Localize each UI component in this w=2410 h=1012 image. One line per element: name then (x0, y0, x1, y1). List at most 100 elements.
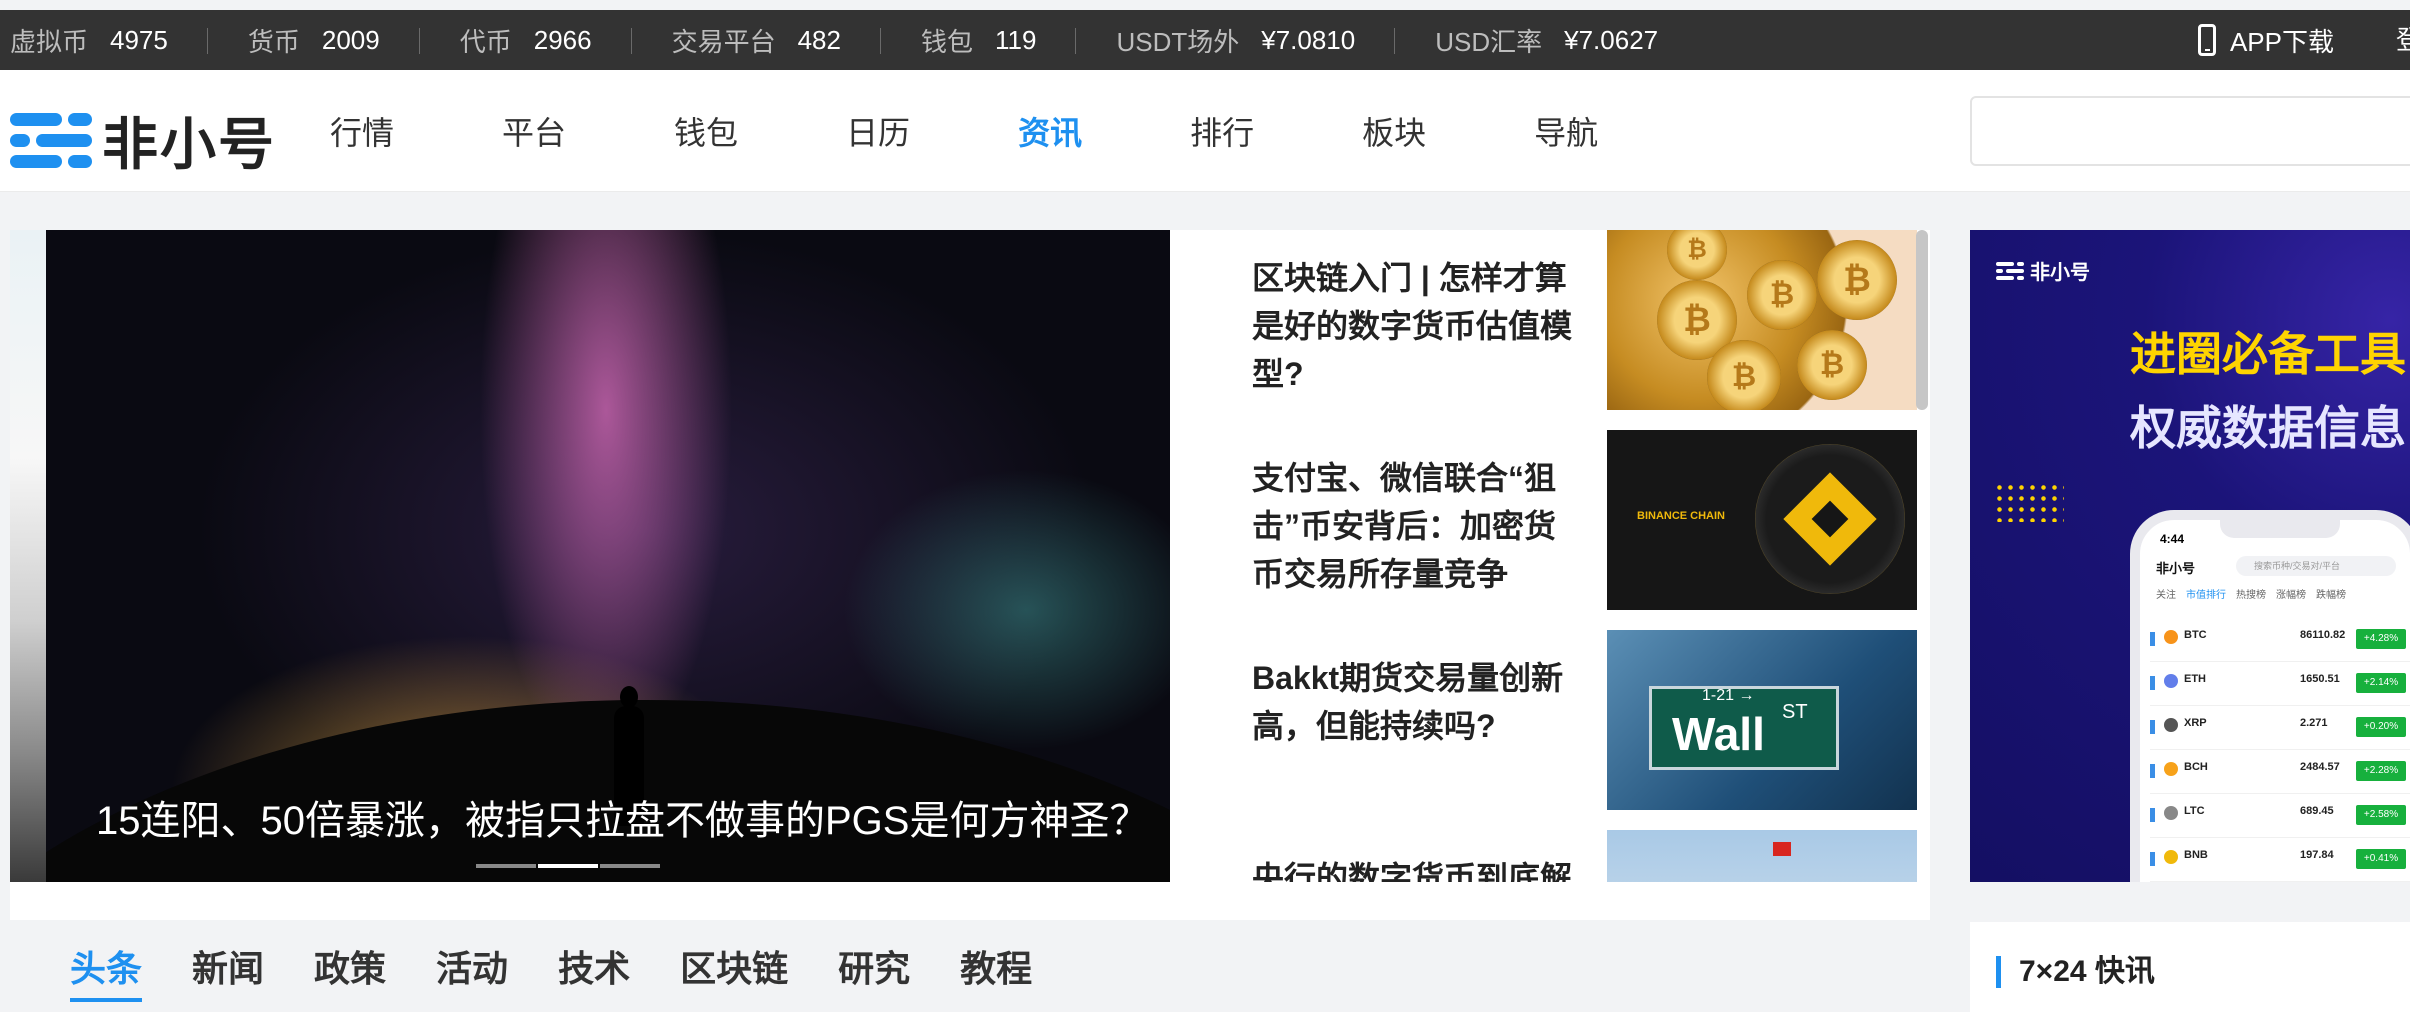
nav-link-platform[interactable]: 平台 (502, 108, 566, 154)
coin-change: +2.28% (2356, 761, 2406, 781)
nav-link-navigation[interactable]: 导航 (1534, 108, 1598, 154)
phone-notch (2220, 520, 2340, 538)
news-thumbnail[interactable] (1607, 830, 1917, 882)
phone-coin-row: LTC 689.45 +2.58% (2150, 796, 2410, 838)
nav-link-wallet[interactable]: 钱包 (674, 108, 738, 154)
flag-icon (1773, 842, 1791, 856)
hero-title[interactable]: 15连阳、50倍暴涨，被指只拉盘不做事的PGS是何方神圣？ (96, 788, 1149, 846)
nav-link-market[interactable]: 行情 (330, 108, 394, 154)
news-item[interactable]: 区块链入门 | 怎样才算是好的数字货币估值模型? (1252, 230, 1932, 410)
hero-carousel[interactable]: 15连阳、50倍暴涨，被指只拉盘不做事的PGS是何方神圣？ (10, 230, 1170, 882)
stat-value: 482 (797, 24, 841, 55)
banner-headline-2: 权威数据信息 (2130, 402, 2406, 454)
app-promo-banner[interactable]: 非小号 进圈必备工具 权威数据信息 4:44 非小号 搜索币种/交易对/平台 关… (1970, 230, 2410, 882)
bch-icon (2164, 762, 2178, 776)
wall-street-sign: 1-21 → Wall ST (1649, 686, 1839, 770)
stat-usd-rate[interactable]: USD汇率 ¥7.0627 (1395, 10, 1698, 70)
phone-tab: 热搜榜 (2236, 590, 2266, 601)
stat-value: 119 (995, 24, 1037, 55)
phone-coin-row: BTC 86110.82 +4.28% (2150, 620, 2410, 662)
app-download-label: APP下载 (2229, 26, 2334, 57)
stat-value: 4975 (110, 24, 168, 55)
phone-tab: 关注 (2156, 590, 2176, 601)
phone-tabs: 关注 市值排行 热搜榜 涨幅榜 跌幅榜 (2156, 586, 2356, 601)
coin-change: +0.20% (2356, 717, 2406, 737)
hero-horizon (46, 230, 1170, 882)
coin-symbol: BCH (2184, 761, 2208, 773)
stat-label: 货币 (247, 26, 300, 57)
coin-symbol: ETH (2184, 673, 2206, 685)
coin-symbol: BNB (2184, 849, 2208, 861)
search-input[interactable] (1970, 96, 2410, 166)
stat-value: ¥7.0810 (1261, 24, 1356, 55)
news-thumbnail[interactable]: BINANCE CHAIN (1607, 430, 1917, 610)
coin-price: 2484.57 (2300, 761, 2340, 773)
btc-icon (2164, 630, 2178, 644)
news-list-scrollbar[interactable] (1916, 230, 1928, 410)
coin-price: 2.271 (2300, 717, 2328, 729)
coin-change: +2.58% (2356, 805, 2406, 825)
featured-news-list: 区块链入门 | 怎样才算是好的数字货币估值模型? 支付宝、微信联合“狙击”币安背… (1252, 230, 1932, 882)
news-title[interactable]: 支付宝、微信联合“狙击”币安背后：加密货币交易所存量竞争 (1252, 454, 1572, 598)
coin-symbol: BTC (2184, 629, 2207, 641)
login-link[interactable]: 登 (2396, 10, 2410, 70)
ltc-icon (2164, 806, 2178, 820)
tab-news[interactable]: 新闻 (192, 940, 264, 1002)
nav-link-calendar[interactable]: 日历 (846, 108, 910, 154)
app-download-link[interactable]: APP下载 (2197, 10, 2334, 70)
xrp-icon (2164, 718, 2178, 732)
tab-headlines[interactable]: 头条 (70, 940, 143, 1002)
carousel-dot[interactable] (600, 864, 660, 868)
coin-symbol: LTC (2184, 805, 2205, 817)
carousel-dot[interactable] (476, 864, 536, 868)
nav-link-news[interactable]: 资讯 (1018, 108, 1082, 154)
stat-label: 虚拟币 (10, 26, 89, 57)
coin-change: +0.41% (2356, 849, 2406, 869)
nav-link-ranking[interactable]: 排行 (1190, 108, 1254, 154)
banner-logo-text: 非小号 (2030, 262, 2090, 284)
news-item[interactable]: 央行的数字货币到底解 (1252, 830, 1932, 882)
coin-change: +2.14% (2356, 673, 2406, 693)
flash-news-panel: 7×24 快讯 (1970, 922, 2410, 1012)
stat-usdt-otc[interactable]: USDT场外 ¥7.0810 (1076, 10, 1395, 70)
nav-link-sectors[interactable]: 板块 (1362, 108, 1426, 154)
news-thumbnail[interactable] (1607, 230, 1917, 410)
coin-symbol: XRP (2184, 717, 2207, 729)
stat-exchanges[interactable]: 交易平台 482 (632, 10, 882, 70)
phone-coin-row: BNB 197.84 +0.41% (2150, 840, 2410, 882)
phone-icon (2197, 24, 2216, 56)
flash-news-title: 7×24 快讯 (1996, 956, 2155, 988)
banner-logo: 非小号 (1996, 256, 2090, 285)
news-title[interactable]: 央行的数字货币到底解 (1252, 854, 1572, 882)
eth-icon (2164, 674, 2178, 688)
nav-links: 行情 平台 钱包 日历 资讯 排行 板块 导航 (330, 70, 1706, 192)
stat-tokens[interactable]: 代币 2966 (420, 10, 632, 70)
coin-price: 1650.51 (2300, 673, 2340, 685)
news-title[interactable]: Bakkt期货交易量创新高，但能持续吗? (1252, 654, 1572, 750)
sign-number: 1-21 → (1702, 687, 1755, 704)
stat-label: USD汇率 (1435, 26, 1543, 57)
tab-blockchain[interactable]: 区块链 (680, 940, 788, 1002)
stat-virtual-coins[interactable]: 虚拟币 4975 (0, 10, 208, 70)
news-category-tabs: 头条 新闻 政策 活动 技术 区块链 研究 教程 (70, 940, 1082, 1002)
top-stats-bar: 虚拟币 4975 货币 2009 代币 2966 交易平台 482 钱包 119 USDT… (0, 10, 2410, 70)
coin-price: 689.45 (2300, 805, 2334, 817)
stat-currencies[interactable]: 货币 2009 (208, 10, 420, 70)
news-title[interactable]: 区块链入门 | 怎样才算是好的数字货币估值模型? (1252, 254, 1572, 398)
stat-wallets[interactable]: 钱包 119 (881, 10, 1077, 70)
phone-coin-row: ETH 1650.51 +2.14% (2150, 664, 2410, 706)
tab-policy[interactable]: 政策 (314, 940, 386, 1002)
tab-events[interactable]: 活动 (436, 940, 508, 1002)
carousel-indicators (476, 864, 662, 868)
carousel-dot-active[interactable] (538, 864, 598, 868)
stat-label: USDT场外 (1116, 26, 1240, 57)
news-item[interactable]: 支付宝、微信联合“狙击”币安背后：加密货币交易所存量竞争 BINANCE CHA… (1252, 430, 1932, 610)
tab-research[interactable]: 研究 (838, 940, 910, 1002)
site-logo[interactable]: 非小号 (10, 100, 276, 181)
tab-tutorial[interactable]: 教程 (960, 940, 1032, 1002)
news-item[interactable]: Bakkt期货交易量创新高，但能持续吗? 1-21 → Wall ST (1252, 630, 1932, 810)
news-thumbnail[interactable]: 1-21 → Wall ST (1607, 630, 1917, 810)
prev-slide-peek[interactable] (10, 230, 46, 882)
tab-technology[interactable]: 技术 (558, 940, 630, 1002)
phone-app-name: 非小号 (2156, 561, 2196, 576)
